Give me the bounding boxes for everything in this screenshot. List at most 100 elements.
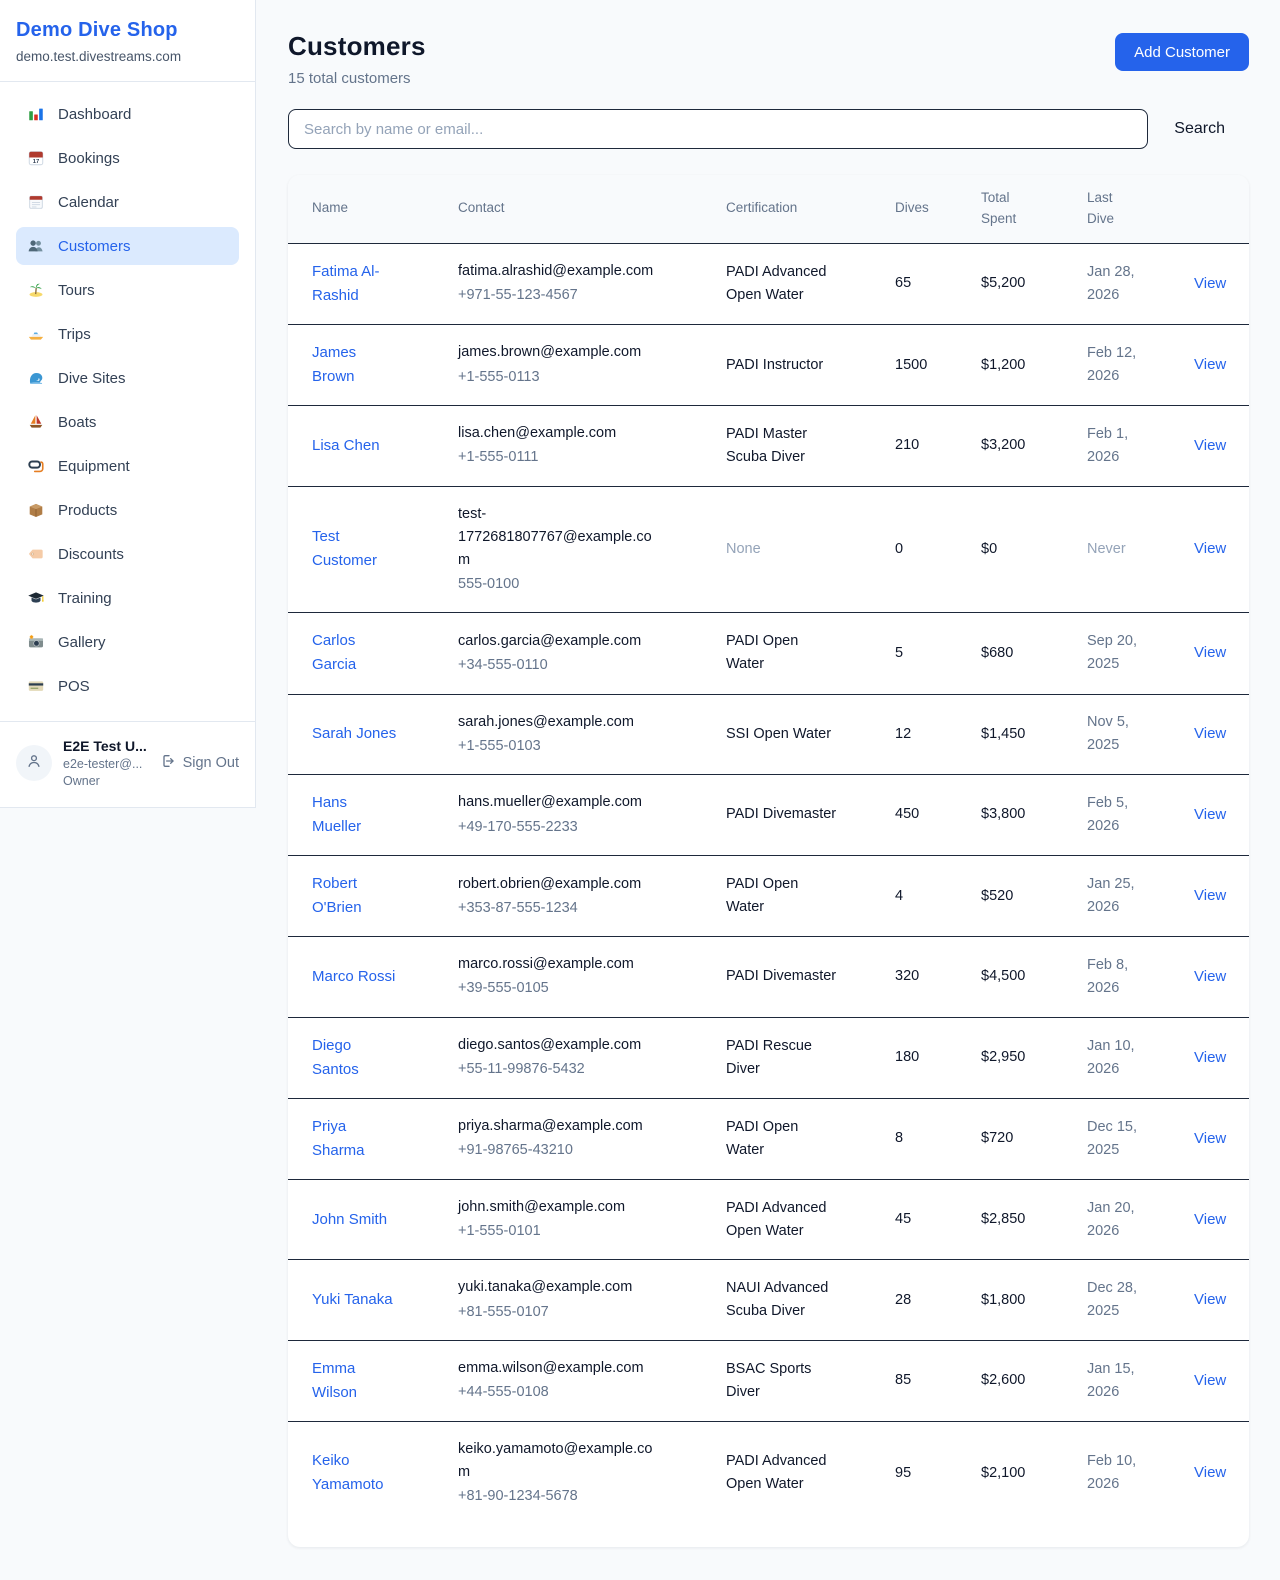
sidebar-item-calendar[interactable]: Calendar [16,183,239,221]
customer-phone: +971-55-123-4567 [458,284,706,307]
customer-name-link[interactable]: Test Customer [312,525,400,573]
view-link[interactable]: View [1194,275,1226,292]
sidebar-item-dashboard[interactable]: Dashboard [16,95,239,133]
view-link[interactable]: View [1194,1291,1226,1308]
sign-out-button[interactable]: Sign Out [160,753,239,773]
customer-phone: +91-98765-43210 [458,1139,706,1162]
customer-phone: +81-555-0107 [458,1301,706,1324]
column-header-contact: Contact [448,175,716,243]
view-link[interactable]: View [1194,356,1226,373]
customer-name-link[interactable]: Fatima Al-Rashid [312,260,400,308]
sidebar-item-products[interactable]: Products [16,491,239,529]
customer-email: marco.rossi@example.com [458,953,663,976]
customer-last-dive: Feb 1, 2026 [1087,423,1145,469]
customer-phone: +39-555-0105 [458,977,706,1000]
sidebar-item-gallery[interactable]: Gallery [16,623,239,661]
customer-certification: PADI Divemaster [726,965,836,988]
sidebar-item-bookings[interactable]: 17 Bookings [16,139,239,177]
view-link[interactable]: View [1194,644,1226,661]
customer-name-link[interactable]: Lisa Chen [312,434,380,458]
customers-table-card: NameContactCertificationDivesTotal Spent… [288,175,1249,1547]
view-link[interactable]: View [1194,1049,1226,1066]
customer-name-link[interactable]: James Brown [312,341,400,389]
customer-certification: PADI Open Water [726,873,840,919]
user-name: E2E Test U... [63,737,149,756]
sidebar-item-discounts[interactable]: Discounts [16,535,239,573]
bar-chart-icon [27,105,45,123]
view-link[interactable]: View [1194,1464,1226,1481]
sidebar-item-training[interactable]: Training [16,579,239,617]
avatar [16,745,52,781]
customer-phone: +1-555-0101 [458,1220,706,1243]
customer-phone: +49-170-555-2233 [458,816,706,839]
customer-name-link[interactable]: Keiko Yamamoto [312,1449,400,1497]
customer-name-link[interactable]: Marco Rossi [312,965,395,989]
svg-text:17: 17 [33,159,40,165]
column-header-name: Name [288,175,448,243]
customer-certification: PADI Advanced Open Water [726,1450,840,1496]
sidebar-item-label: Bookings [58,150,120,167]
sidebar-item-pos[interactable]: POS [16,667,239,705]
customer-total-spent: $2,600 [971,1340,1077,1421]
customer-email: emma.wilson@example.com [458,1357,663,1380]
sidebar-item-label: Customers [58,238,131,255]
sidebar-item-boats[interactable]: Boats [16,403,239,441]
add-customer-button[interactable]: Add Customer [1115,33,1249,71]
sign-out-label: Sign Out [183,755,239,771]
customer-total-spent: $1,200 [971,325,1077,406]
view-link[interactable]: View [1194,540,1226,557]
customer-last-dive: Jan 28, 2026 [1087,261,1145,307]
customer-email: lisa.chen@example.com [458,422,663,445]
view-link[interactable]: View [1194,437,1226,454]
view-link[interactable]: View [1194,806,1226,823]
tag-icon [27,545,45,563]
view-link[interactable]: View [1194,887,1226,904]
customer-name-link[interactable]: Emma Wilson [312,1357,400,1405]
search-input[interactable] [288,109,1148,149]
sidebar-item-equipment[interactable]: Equipment [16,447,239,485]
view-link[interactable]: View [1194,1372,1226,1389]
view-link[interactable]: View [1194,968,1226,985]
table-row: John Smith john.smith@example.com +1-555… [288,1180,1249,1260]
calendar-pad-icon [27,193,45,211]
shop-domain: demo.test.divestreams.com [16,49,239,64]
customer-name-link[interactable]: Robert O'Brien [312,872,400,920]
customer-phone: +44-555-0108 [458,1381,706,1404]
customer-name-link[interactable]: John Smith [312,1208,387,1232]
customer-total-spent: $3,800 [971,774,1077,855]
sidebar-item-label: Training [58,590,112,607]
customer-name-link[interactable]: Diego Santos [312,1034,400,1082]
customer-email: test-1772681807767@example.com [458,503,663,573]
customer-total-spent: $4,500 [971,937,1077,1017]
app-root: Demo Dive Shop demo.test.divestreams.com… [0,0,1280,1580]
sidebar-item-label: Dashboard [58,106,131,123]
sidebar-item-label: Calendar [58,194,119,211]
customer-dives: 28 [885,1260,971,1340]
customer-certification: PADI Divemaster [726,803,836,826]
column-header-actions [1184,175,1249,243]
sidebar-item-label: Products [58,502,117,519]
sidebar-item-trips[interactable]: Trips [16,315,239,353]
customer-dives: 0 [885,486,971,613]
customer-name-link[interactable]: Sarah Jones [312,722,396,746]
view-link[interactable]: View [1194,725,1226,742]
sidebar-item-customers[interactable]: Customers [16,227,239,265]
customer-name-link[interactable]: Yuki Tanaka [312,1288,393,1312]
table-row: James Brown james.brown@example.com +1-5… [288,325,1249,406]
sidebar-item-dive-sites[interactable]: Dive Sites [16,359,239,397]
table-row: Marco Rossi marco.rossi@example.com +39-… [288,937,1249,1017]
view-link[interactable]: View [1194,1211,1226,1228]
customer-last-dive: Jan 20, 2026 [1087,1197,1145,1243]
sidebar-item-tours[interactable]: Tours [16,271,239,309]
search-row: Search [288,109,1249,149]
customer-phone: +81-90-1234-5678 [458,1485,706,1508]
credit-card-icon [27,677,45,695]
customer-name-link[interactable]: Hans Mueller [312,791,400,839]
sailboat-icon [27,413,45,431]
customer-name-link[interactable]: Carlos Garcia [312,629,400,677]
view-link[interactable]: View [1194,1130,1226,1147]
search-button[interactable]: Search [1148,120,1249,138]
customer-last-dive: Feb 5, 2026 [1087,792,1145,838]
customer-name-link[interactable]: Priya Sharma [312,1115,400,1163]
customer-phone: 555-0100 [458,573,706,596]
